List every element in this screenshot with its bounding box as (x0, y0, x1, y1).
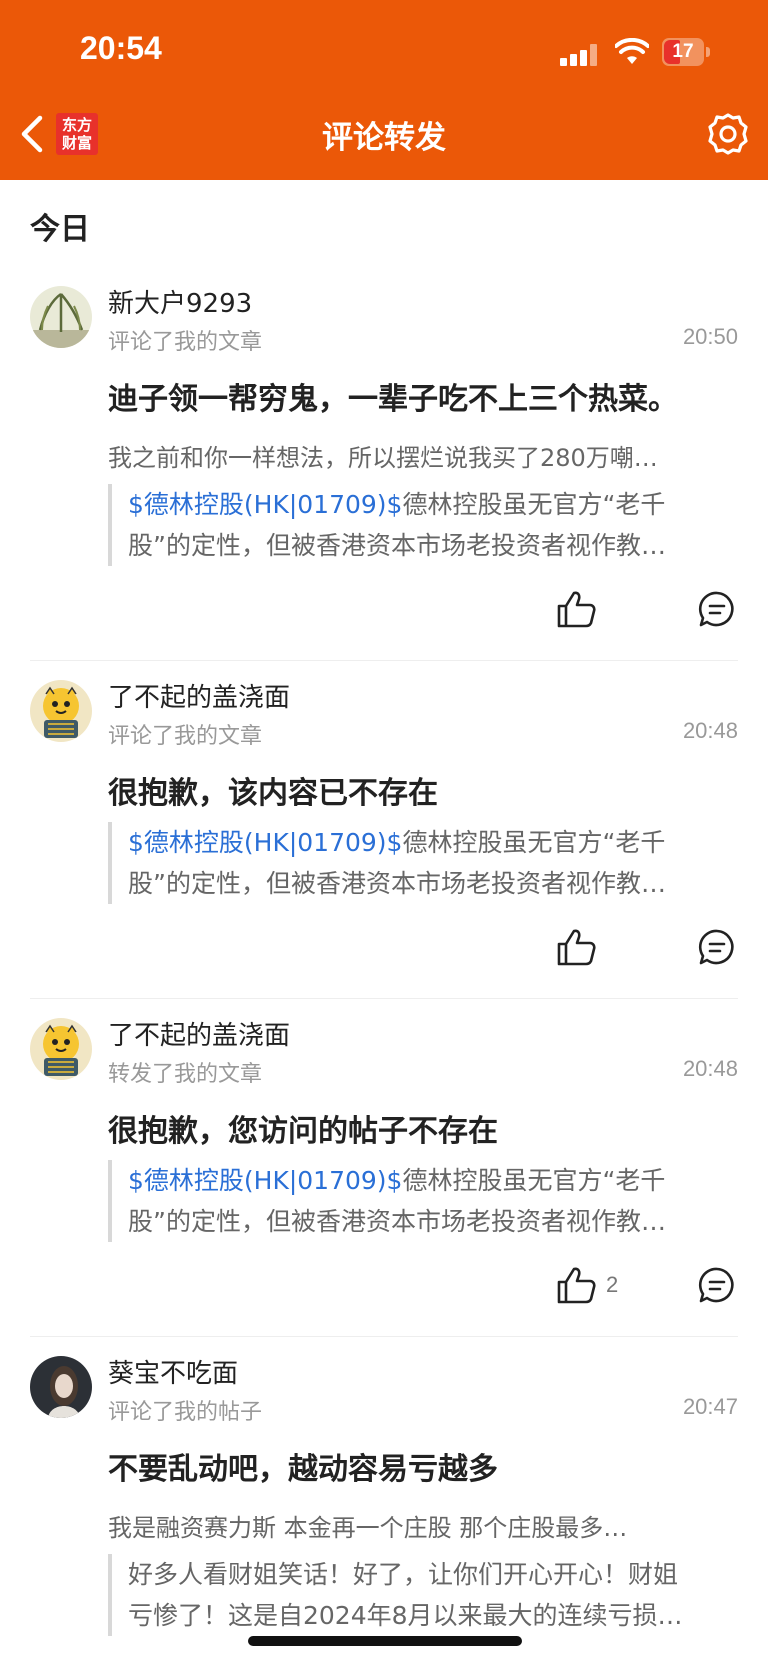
user-avatar[interactable] (30, 286, 92, 348)
stock-link[interactable]: $德林控股(HK|01709)$ (128, 1166, 402, 1195)
home-indicator[interactable] (248, 1636, 522, 1646)
battery-icon: 17 (662, 38, 710, 66)
action-text: 评论了我的文章 (108, 724, 263, 749)
comment-text[interactable]: 很抱歉，该内容已不存在 (108, 768, 738, 812)
top-bar: 20:54 17 东方 财富 评论转发 (0, 0, 768, 180)
quote-text: 德林控股虽无官方“老千 (402, 828, 666, 857)
quoted-article[interactable]: $德林控股(HK|01709)$德林控股虽无官方“老千 股”的定性，但被香港资本… (108, 484, 740, 566)
quoted-post[interactable]: 好多人看财姐笑话！好了，让你们开心开心！财姐 亏惨了！这是自2024年8月以来最… (108, 1554, 740, 1636)
gear-icon[interactable] (706, 112, 750, 156)
user-name[interactable]: 新大户9293 (108, 283, 252, 320)
comment-icon[interactable] (698, 1266, 736, 1304)
section-header-today: 今日 (30, 212, 90, 247)
quote-line-2: 亏惨了！这是自2024年8月以来最大的连续亏损… (128, 1601, 683, 1630)
user-avatar[interactable] (30, 1018, 92, 1080)
comment-excerpt[interactable]: 我之前和你一样想法，所以摆烂说我买了280万嘲… (108, 438, 738, 473)
user-name[interactable]: 葵宝不吃面 (108, 1353, 238, 1390)
comment-excerpt[interactable]: 我是融资赛力斯 本金再一个庄股 那个庄股最多… (108, 1508, 738, 1543)
quote-text: 德林控股虽无官方“老千 (402, 490, 666, 519)
status-time: 20:54 (80, 30, 162, 66)
stock-link[interactable]: $德林控股(HK|01709)$ (128, 490, 402, 519)
user-name[interactable]: 了不起的盖浇面 (108, 1015, 290, 1052)
comment-text[interactable]: 不要乱动吧，越动容易亏越多 (108, 1444, 738, 1488)
quote-line-2: 股”的定性，但被香港资本市场老投资者视作教… (128, 531, 666, 560)
user-name[interactable]: 了不起的盖浇面 (108, 677, 290, 714)
thumbs-up-icon[interactable] (556, 590, 596, 628)
action-text: 评论了我的帖子 (108, 1400, 263, 1425)
page-title: 评论转发 (322, 120, 446, 156)
quote-line-1: $德林控股(HK|01709)$德林控股虽无官方“老千 (128, 822, 740, 863)
action-text: 评论了我的文章 (108, 330, 263, 355)
quote-line-2: 股”的定性，但被香港资本市场老投资者视作教… (128, 869, 666, 898)
cellular-signal-icon (560, 44, 600, 66)
item-divider (30, 660, 738, 661)
item-divider (30, 1336, 738, 1337)
action-text: 转发了我的文章 (108, 1062, 263, 1087)
comment-icon[interactable] (698, 590, 736, 628)
timestamp: 20:48 (682, 1056, 738, 1081)
comment-text[interactable]: 很抱歉，您访问的帖子不存在 (108, 1106, 738, 1150)
quote-line-1: 好多人看财姐笑话！好了，让你们开心开心！财姐 (128, 1560, 679, 1589)
thumbs-up-icon[interactable] (556, 1266, 596, 1304)
quote-line-2: 股”的定性，但被香港资本市场老投资者视作教… (128, 1207, 666, 1236)
quoted-article[interactable]: $德林控股(HK|01709)$德林控股虽无官方“老千 股”的定性，但被香港资本… (108, 1160, 740, 1242)
comment-text[interactable]: 迪子领一帮穷鬼，一辈子吃不上三个热菜。 (108, 374, 738, 418)
timestamp: 20:48 (682, 718, 738, 743)
stock-link[interactable]: $德林控股(HK|01709)$ (128, 828, 402, 857)
thumbs-up-icon[interactable] (556, 928, 596, 966)
timestamp: 20:47 (682, 1394, 738, 1419)
battery-level: 17 (672, 41, 694, 62)
item-divider (30, 998, 738, 999)
timestamp: 20:50 (682, 324, 738, 349)
quoted-article[interactable]: $德林控股(HK|01709)$德林控股虽无官方“老千 股”的定性，但被香港资本… (108, 822, 740, 904)
quote-line-1: $德林控股(HK|01709)$德林控股虽无官方“老千 (128, 484, 740, 525)
quote-text: 德林控股虽无官方“老千 (402, 1166, 666, 1195)
user-avatar[interactable] (30, 1356, 92, 1418)
like-count: 2 (606, 1272, 619, 1297)
comment-icon[interactable] (698, 928, 736, 966)
quote-line-1: $德林控股(HK|01709)$德林控股虽无官方“老千 (128, 1160, 740, 1201)
user-avatar[interactable] (30, 680, 92, 742)
wifi-icon (615, 38, 649, 64)
